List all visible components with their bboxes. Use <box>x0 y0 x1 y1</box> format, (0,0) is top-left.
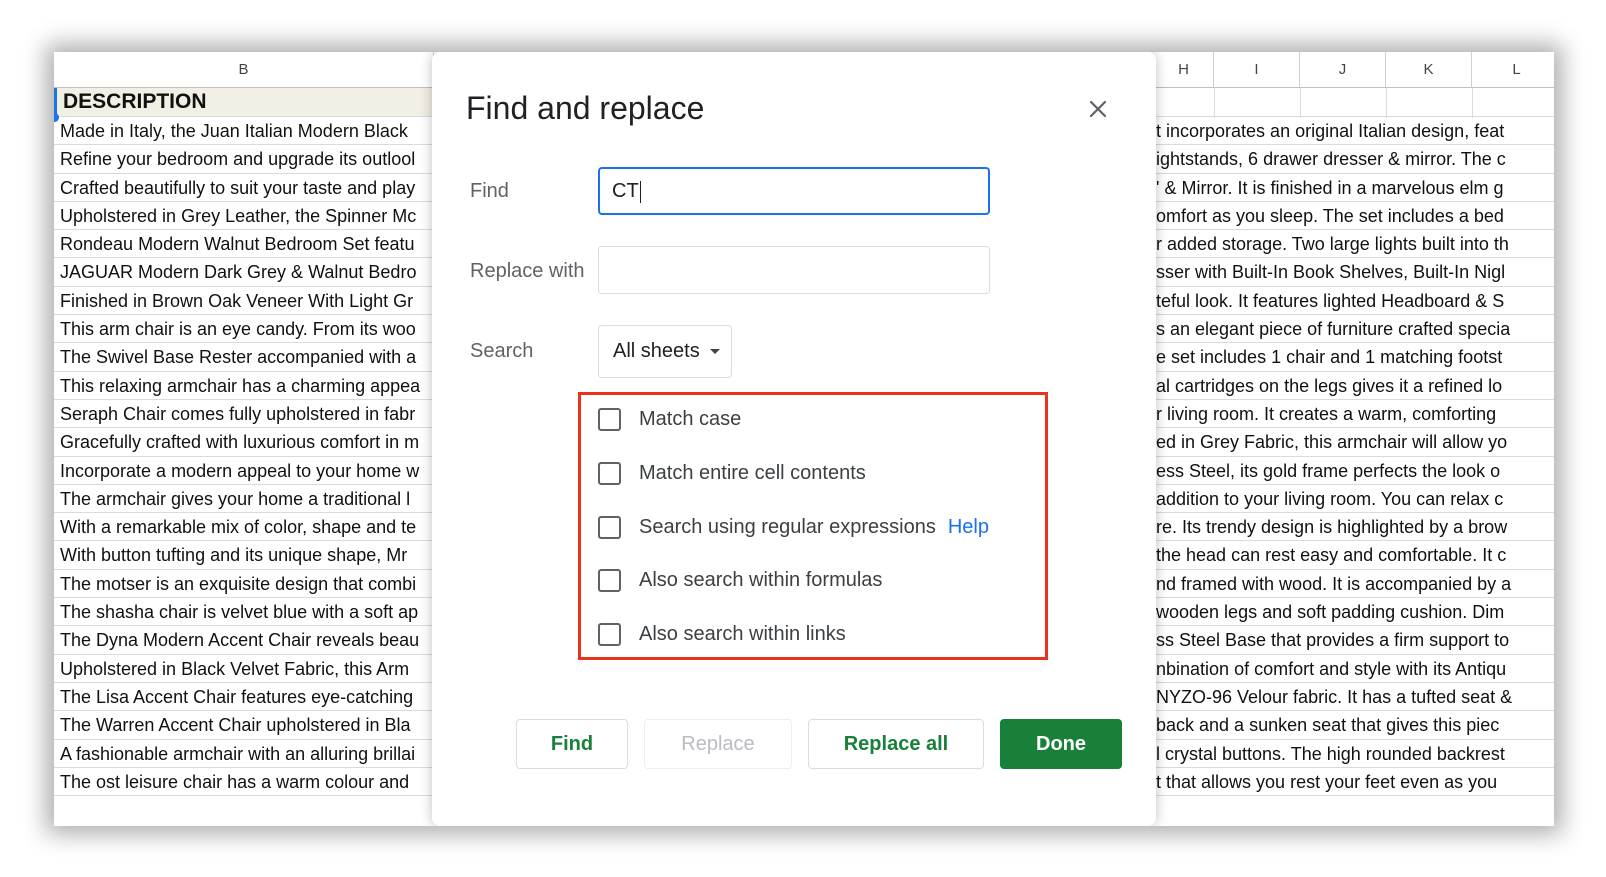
find-label: Find <box>470 180 509 202</box>
description-cell-overflow[interactable]: s an elegant piece of furniture crafted … <box>1154 315 1554 344</box>
description-cell[interactable]: Seraph Chair comes fully upholstered in … <box>54 399 434 429</box>
header-cell-description[interactable]: DESCRIPTION <box>54 88 434 117</box>
text-caret <box>639 180 641 203</box>
description-cell[interactable]: The motser is an exquisite design that c… <box>54 569 434 599</box>
column-header-l[interactable]: L <box>1472 52 1554 88</box>
replace-button[interactable]: Replace <box>644 719 792 769</box>
option-label: Match case <box>639 408 742 430</box>
description-cell-overflow[interactable]: ed in Grey Fabric, this armchair will al… <box>1154 428 1554 457</box>
option-label: Match entire cell contents <box>639 462 866 484</box>
description-cell[interactable]: With a remarkable mix of color, shape an… <box>54 513 434 542</box>
description-cell[interactable]: The armchair gives your home a tradition… <box>54 484 434 514</box>
app-window: B H I J K L DESCRIPTION Made in Italy, t… <box>54 52 1554 826</box>
search-label: Search <box>470 340 534 362</box>
description-cell-overflow[interactable]: ss Steel Base that provides a firm suppo… <box>1154 626 1554 655</box>
column-header-k[interactable]: K <box>1386 52 1472 88</box>
description-cell-overflow[interactable]: ' & Mirror. It is finished in a marvelou… <box>1154 174 1554 202</box>
description-cell[interactable]: The ost leisure chair has a warm colour … <box>54 767 434 797</box>
description-cell[interactable]: Made in Italy, the Juan Italian Modern B… <box>54 117 434 146</box>
replace-input[interactable] <box>598 246 990 294</box>
description-cell[interactable]: This arm chair is an eye candy. From its… <box>54 315 434 344</box>
description-cell-overflow[interactable]: ightstands, 6 drawer dresser & mirror. T… <box>1154 145 1554 174</box>
description-cell-overflow[interactable]: t incorporates an original Italian desig… <box>1154 117 1554 146</box>
description-cell-overflow[interactable]: l crystal buttons. The high rounded back… <box>1154 740 1554 768</box>
description-cell-overflow[interactable]: t that allows you rest your feet even as… <box>1154 768 1554 797</box>
checkbox[interactable] <box>598 462 621 485</box>
description-cell[interactable]: Refine your bedroom and upgrade its outl… <box>54 145 434 174</box>
description-cell[interactable]: The Lisa Accent Chair features eye-catch… <box>54 682 434 712</box>
description-cell[interactable]: With button tufting and its unique shape… <box>54 541 434 570</box>
description-cell-overflow[interactable]: re. Its trendy design is highlighted by … <box>1154 513 1554 542</box>
find-replace-dialog: Find and replace Find CT Replace with Se… <box>432 52 1156 826</box>
description-cell[interactable]: Crafted beautifully to suit your taste a… <box>54 173 434 202</box>
column-header-b[interactable]: B <box>54 52 434 88</box>
option-label: Also search within formulas <box>639 569 883 591</box>
dialog-title: Find and replace <box>466 90 705 126</box>
description-cell[interactable]: Finished in Brown Oak Veneer With Light … <box>54 286 434 316</box>
empty-header-cell[interactable] <box>1154 88 1554 117</box>
description-cell[interactable]: A fashionable armchair with an alluring … <box>54 739 434 768</box>
right-column-cells: t incorporates an original Italian desig… <box>1154 88 1554 797</box>
description-cell[interactable]: Rondeau Modern Walnut Bedroom Set featu <box>54 230 434 259</box>
description-cell[interactable]: The Warren Accent Chair upholstered in B… <box>54 711 434 740</box>
done-button[interactable]: Done <box>1000 719 1122 769</box>
replace-label: Replace with <box>470 260 585 282</box>
checkbox[interactable] <box>598 569 621 592</box>
description-cell-overflow[interactable]: e set includes 1 chair and 1 matching fo… <box>1154 343 1554 372</box>
replace-all-button[interactable]: Replace all <box>808 719 984 769</box>
checkbox[interactable] <box>598 516 621 539</box>
description-cell[interactable]: Incorporate a modern appeal to your home… <box>54 456 434 485</box>
option-match-case[interactable]: Match case <box>598 408 741 431</box>
search-scope-value: All sheets <box>613 340 700 362</box>
description-cell-overflow[interactable]: r added storage. Two large lights built … <box>1154 230 1554 259</box>
option-label: Search using regular expressions <box>639 516 936 538</box>
option-regex[interactable]: Search using regular expressions Help <box>598 516 989 539</box>
column-header-i[interactable]: I <box>1214 52 1300 88</box>
description-cell[interactable]: This relaxing armchair has a charming ap… <box>54 371 434 400</box>
column-b-cells: DESCRIPTION Made in Italy, the Juan Ital… <box>54 88 434 797</box>
description-cell-overflow[interactable]: the head can rest easy and comfortable. … <box>1154 541 1554 570</box>
description-cell-overflow[interactable]: r living room. It creates a warm, comfor… <box>1154 400 1554 429</box>
description-cell[interactable]: The shasha chair is velvet blue with a s… <box>54 598 434 627</box>
checkbox[interactable] <box>598 623 621 646</box>
find-input-value: CT <box>612 180 639 202</box>
description-cell[interactable]: Upholstered in Black Velvet Fabric, this… <box>54 654 434 683</box>
description-cell-overflow[interactable]: omfort as you sleep. The set includes a … <box>1154 202 1554 231</box>
search-scope-select[interactable]: All sheets <box>598 325 732 378</box>
find-input[interactable]: CT <box>598 167 990 215</box>
description-cell-overflow[interactable]: al cartridges on the legs gives it a ref… <box>1154 372 1554 400</box>
description-cell-overflow[interactable]: nd framed with wood. It is accompanied b… <box>1154 570 1554 599</box>
description-cell[interactable]: The Swivel Base Rester accompanied with … <box>54 343 434 372</box>
description-cell-overflow[interactable]: wooden legs and soft padding cushion. Di… <box>1154 598 1554 627</box>
option-search-links[interactable]: Also search within links <box>598 623 846 646</box>
dropdown-arrow-icon <box>709 349 720 354</box>
description-cell[interactable]: The Dyna Modern Accent Chair reveals bea… <box>54 626 434 655</box>
checkbox[interactable] <box>598 408 621 431</box>
description-cell[interactable]: Gracefully crafted with luxurious comfor… <box>54 428 434 457</box>
description-cell-overflow[interactable]: nbination of comfort and style with its … <box>1154 655 1554 683</box>
option-label: Also search within links <box>639 623 846 645</box>
option-match-entire-cell[interactable]: Match entire cell contents <box>598 462 866 485</box>
help-link[interactable]: Help <box>948 516 989 539</box>
option-search-formulas[interactable]: Also search within formulas <box>598 569 882 592</box>
description-cell-overflow[interactable]: sser with Built-In Book Shelves, Built-I… <box>1154 258 1554 287</box>
find-button[interactable]: Find <box>516 719 628 769</box>
description-cell[interactable]: JAGUAR Modern Dark Grey & Walnut Bedro <box>54 258 434 287</box>
column-header-j[interactable]: J <box>1300 52 1386 88</box>
description-cell-overflow[interactable]: back and a sunken seat that gives this p… <box>1154 711 1554 740</box>
description-cell[interactable]: Upholstered in Grey Leather, the Spinner… <box>54 201 434 231</box>
description-cell-overflow[interactable]: NYZO-96 Velour fabric. It has a tufted s… <box>1154 683 1554 712</box>
description-cell-overflow[interactable]: teful look. It features lighted Headboar… <box>1154 287 1554 316</box>
close-icon[interactable] <box>1083 94 1113 124</box>
column-header-h[interactable]: H <box>1154 52 1214 88</box>
description-cell-overflow[interactable]: ess Steel, its gold frame perfects the l… <box>1154 457 1554 485</box>
description-cell-overflow[interactable]: addition to your living room. You can re… <box>1154 485 1554 514</box>
